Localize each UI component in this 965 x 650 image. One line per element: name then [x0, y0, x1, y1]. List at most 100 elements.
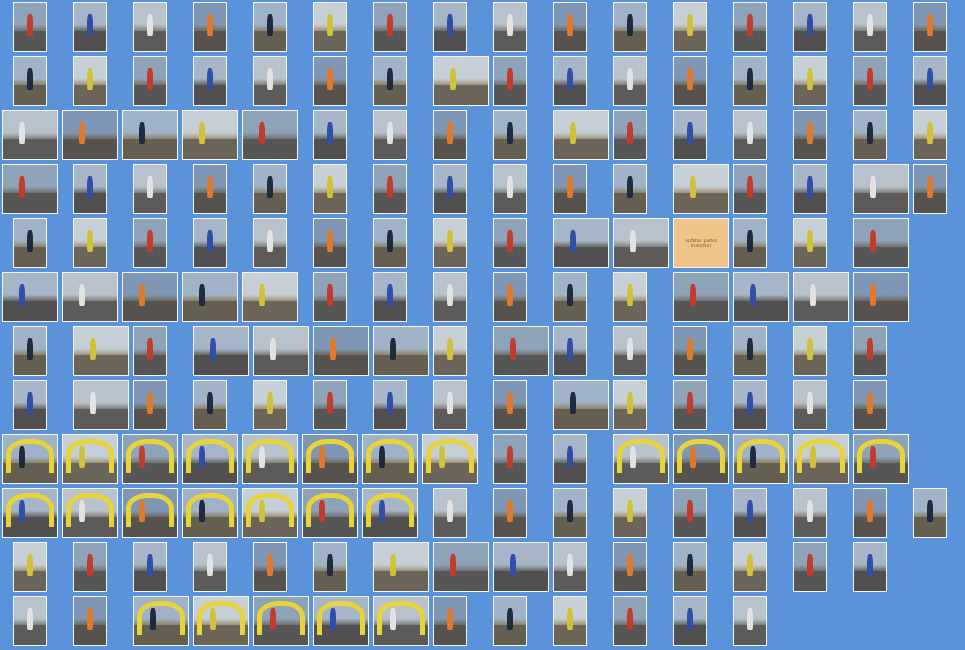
- race-photo-thumbnail[interactable]: [193, 542, 227, 592]
- finish-arch-photo-thumbnail[interactable]: [302, 488, 358, 538]
- race-photo-thumbnail[interactable]: [133, 2, 167, 52]
- finish-arch-photo-thumbnail[interactable]: [182, 434, 238, 484]
- race-photo-thumbnail[interactable]: [13, 542, 47, 592]
- race-photo-thumbnail[interactable]: [133, 56, 167, 106]
- race-photo-thumbnail[interactable]: [2, 110, 58, 160]
- race-photo-thumbnail[interactable]: [553, 2, 587, 52]
- finish-arch-photo-thumbnail[interactable]: [613, 434, 669, 484]
- finish-arch-photo-thumbnail[interactable]: [62, 434, 118, 484]
- race-photo-thumbnail[interactable]: [73, 56, 107, 106]
- race-photo-thumbnail[interactable]: [253, 380, 287, 430]
- race-photo-thumbnail[interactable]: [733, 164, 767, 214]
- race-photo-thumbnail[interactable]: [253, 56, 287, 106]
- race-photo-thumbnail[interactable]: [733, 272, 789, 322]
- race-photo-thumbnail[interactable]: [193, 56, 227, 106]
- race-photo-thumbnail[interactable]: [613, 2, 647, 52]
- finish-arch-photo-thumbnail[interactable]: [302, 434, 358, 484]
- race-photo-thumbnail[interactable]: [73, 542, 107, 592]
- race-photo-thumbnail[interactable]: [553, 164, 587, 214]
- race-photo-thumbnail[interactable]: [493, 110, 527, 160]
- race-photo-thumbnail[interactable]: [493, 326, 549, 376]
- race-photo-thumbnail[interactable]: [313, 326, 369, 376]
- race-photo-thumbnail[interactable]: [613, 380, 647, 430]
- race-photo-thumbnail[interactable]: [433, 596, 467, 646]
- race-photo-thumbnail[interactable]: [73, 380, 129, 430]
- race-photo-thumbnail[interactable]: [793, 56, 827, 106]
- finish-arch-photo-thumbnail[interactable]: [733, 434, 789, 484]
- race-photo-thumbnail[interactable]: [193, 2, 227, 52]
- race-photo-thumbnail[interactable]: [913, 488, 947, 538]
- race-photo-thumbnail[interactable]: [62, 110, 118, 160]
- race-photo-thumbnail[interactable]: [493, 488, 527, 538]
- race-photo-thumbnail[interactable]: [793, 218, 827, 268]
- race-photo-thumbnail[interactable]: [433, 488, 467, 538]
- race-photo-thumbnail[interactable]: [673, 2, 707, 52]
- race-photo-thumbnail[interactable]: [253, 2, 287, 52]
- race-photo-thumbnail[interactable]: [373, 56, 407, 106]
- race-photo-thumbnail[interactable]: [553, 56, 587, 106]
- race-photo-thumbnail[interactable]: [182, 110, 238, 160]
- race-photo-thumbnail[interactable]: [373, 2, 407, 52]
- finish-arch-photo-thumbnail[interactable]: [253, 596, 309, 646]
- race-photo-thumbnail[interactable]: [673, 110, 707, 160]
- race-photo-thumbnail[interactable]: [913, 110, 947, 160]
- finish-arch-photo-thumbnail[interactable]: [313, 596, 369, 646]
- finish-arch-photo-thumbnail[interactable]: [242, 434, 298, 484]
- race-photo-thumbnail[interactable]: [253, 218, 287, 268]
- race-photo-thumbnail[interactable]: [793, 2, 827, 52]
- race-photo-thumbnail[interactable]: [673, 596, 707, 646]
- finish-arch-photo-thumbnail[interactable]: [62, 488, 118, 538]
- race-photo-thumbnail[interactable]: [73, 596, 107, 646]
- race-photo-thumbnail[interactable]: [613, 218, 669, 268]
- race-photo-thumbnail[interactable]: [493, 2, 527, 52]
- race-photo-thumbnail[interactable]: [613, 326, 647, 376]
- race-photo-thumbnail[interactable]: [673, 272, 729, 322]
- race-photo-thumbnail[interactable]: [373, 542, 429, 592]
- race-photo-thumbnail[interactable]: [673, 380, 707, 430]
- race-photo-thumbnail[interactable]: [13, 326, 47, 376]
- race-photo-thumbnail[interactable]: [433, 326, 467, 376]
- race-photo-thumbnail[interactable]: [493, 380, 527, 430]
- race-photo-thumbnail[interactable]: [613, 164, 647, 214]
- race-photo-thumbnail[interactable]: [733, 488, 767, 538]
- finish-arch-photo-thumbnail[interactable]: [2, 488, 58, 538]
- finish-arch-photo-thumbnail[interactable]: [2, 434, 58, 484]
- info-card-thumbnail[interactable]: ac/fotos: partez licenz(ito): [673, 218, 729, 268]
- finish-arch-photo-thumbnail[interactable]: [122, 434, 178, 484]
- race-photo-thumbnail[interactable]: [613, 596, 647, 646]
- race-photo-thumbnail[interactable]: [193, 326, 249, 376]
- race-photo-thumbnail[interactable]: [853, 326, 887, 376]
- race-photo-thumbnail[interactable]: [433, 218, 467, 268]
- race-photo-thumbnail[interactable]: [373, 272, 407, 322]
- race-photo-thumbnail[interactable]: [253, 326, 309, 376]
- race-photo-thumbnail[interactable]: [313, 56, 347, 106]
- race-photo-thumbnail[interactable]: [733, 2, 767, 52]
- race-photo-thumbnail[interactable]: [673, 542, 707, 592]
- race-photo-thumbnail[interactable]: [313, 218, 347, 268]
- race-photo-thumbnail[interactable]: [613, 56, 647, 106]
- race-photo-thumbnail[interactable]: [13, 380, 47, 430]
- race-photo-thumbnail[interactable]: [733, 110, 767, 160]
- finish-arch-photo-thumbnail[interactable]: [422, 434, 478, 484]
- race-photo-thumbnail[interactable]: [913, 2, 947, 52]
- race-photo-thumbnail[interactable]: [853, 488, 887, 538]
- finish-arch-photo-thumbnail[interactable]: [242, 488, 298, 538]
- race-photo-thumbnail[interactable]: [793, 542, 827, 592]
- race-photo-thumbnail[interactable]: [493, 218, 527, 268]
- race-photo-thumbnail[interactable]: [493, 542, 549, 592]
- race-photo-thumbnail[interactable]: [433, 2, 467, 52]
- finish-arch-photo-thumbnail[interactable]: [853, 434, 909, 484]
- race-photo-thumbnail[interactable]: [2, 272, 58, 322]
- race-photo-thumbnail[interactable]: [182, 272, 238, 322]
- race-photo-thumbnail[interactable]: [613, 488, 647, 538]
- race-photo-thumbnail[interactable]: [373, 380, 407, 430]
- race-photo-thumbnail[interactable]: [193, 380, 227, 430]
- race-photo-thumbnail[interactable]: [553, 218, 609, 268]
- race-photo-thumbnail[interactable]: [373, 110, 407, 160]
- race-photo-thumbnail[interactable]: [433, 56, 489, 106]
- race-photo-thumbnail[interactable]: [313, 110, 347, 160]
- finish-arch-photo-thumbnail[interactable]: [673, 434, 729, 484]
- finish-arch-photo-thumbnail[interactable]: [122, 488, 178, 538]
- race-photo-thumbnail[interactable]: [2, 164, 58, 214]
- race-photo-thumbnail[interactable]: [433, 380, 467, 430]
